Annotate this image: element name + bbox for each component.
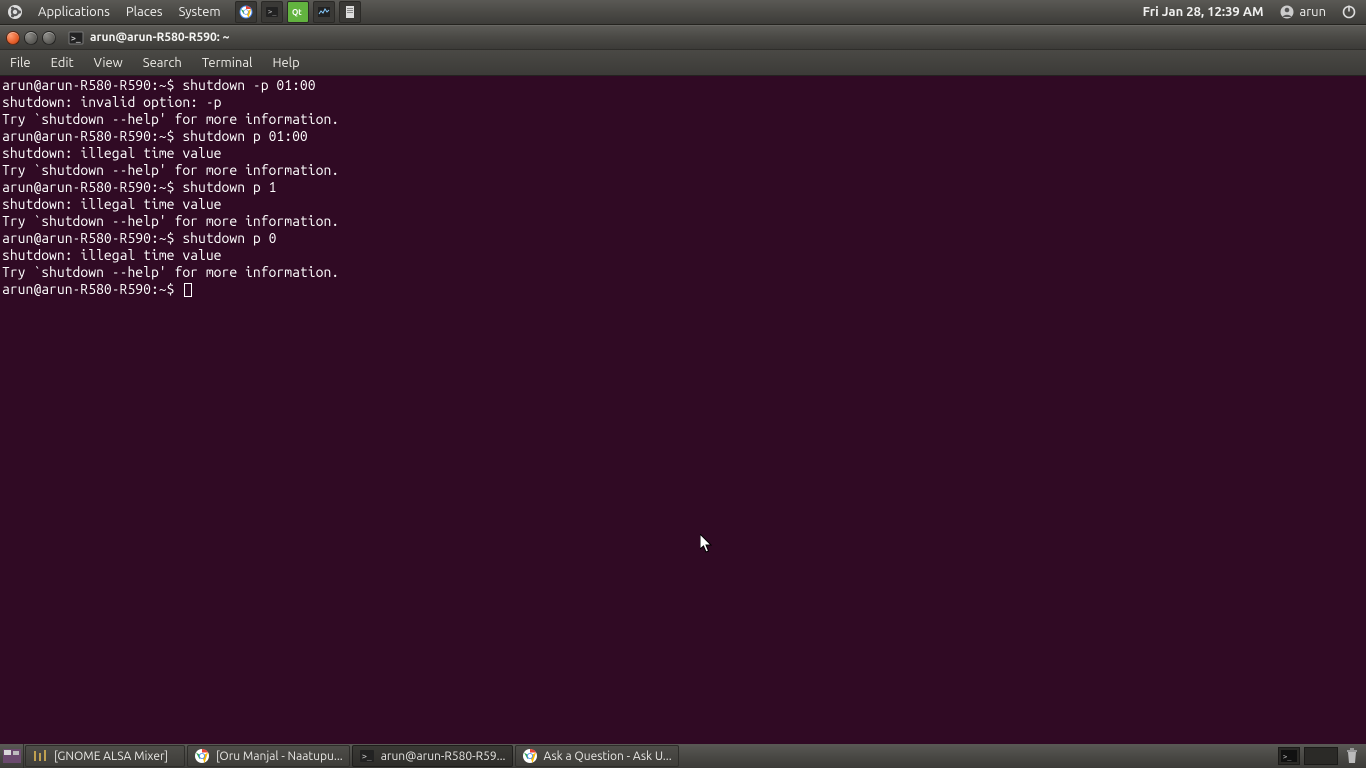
menu-applications[interactable]: Applications [30, 0, 118, 24]
task-1[interactable]: [Oru Manjal - Naatupu... [187, 745, 350, 767]
doc-icon[interactable] [339, 1, 361, 23]
terminal-app-icon: >_ [68, 30, 84, 46]
maximize-icon[interactable] [42, 31, 56, 45]
menu-search[interactable]: Search [133, 50, 192, 75]
window-titlebar[interactable]: >_ arun@arun-R580-R590: ~ [0, 26, 1366, 50]
mixer-icon [32, 748, 48, 764]
chrome-icon[interactable] [235, 1, 257, 23]
task-2[interactable]: >_ arun@arun-R580-R59... [352, 745, 513, 767]
top-panel: Applications Places System >_ Qt Fri Jan… [0, 0, 1366, 24]
launcher-tray: >_ Qt [235, 1, 361, 23]
minimize-icon[interactable] [24, 31, 38, 45]
terminal-icon: >_ [359, 748, 375, 764]
svg-text:>_: >_ [71, 34, 81, 43]
clock[interactable]: Fri Jan 28, 12:39 AM [1133, 5, 1274, 19]
terminal-menubar: File Edit View Search Terminal Help [0, 50, 1366, 76]
ubuntu-logo-icon[interactable] [4, 1, 26, 23]
task-label: Ask a Question - Ask U... [544, 750, 672, 763]
task-0[interactable]: [GNOME ALSA Mixer] [25, 745, 185, 767]
menu-system[interactable]: System [171, 0, 229, 24]
svg-text:>_: >_ [1283, 753, 1292, 761]
menu-edit[interactable]: Edit [41, 50, 84, 75]
menu-view[interactable]: View [84, 50, 133, 75]
taskbar-tray: >_ [1278, 746, 1366, 766]
workspace-switcher[interactable] [1304, 747, 1338, 765]
menu-places[interactable]: Places [118, 0, 171, 24]
menu-terminal[interactable]: Terminal [192, 50, 263, 75]
show-desktop-icon[interactable] [0, 744, 24, 768]
tray-terminal-icon[interactable]: >_ [1278, 747, 1300, 765]
menu-help[interactable]: Help [262, 50, 309, 75]
terminal-window: >_ arun@arun-R580-R590: ~ File Edit View… [0, 25, 1366, 744]
task-label: [Oru Manjal - Naatupu... [216, 750, 343, 763]
terminal-body[interactable]: arun@arun-R580-R590:~$ shutdown -p 01:00… [0, 76, 1366, 744]
svg-text:Qt: Qt [292, 8, 302, 17]
chrome-icon [522, 748, 538, 764]
username-label: arun [1300, 5, 1326, 19]
taskbar-tasks: [GNOME ALSA Mixer] [Oru Manjal - Naatupu.… [24, 745, 680, 767]
power-icon[interactable] [1338, 1, 1360, 23]
task-3[interactable]: Ask a Question - Ask U... [515, 745, 679, 767]
svg-text:>_: >_ [268, 8, 277, 16]
trash-icon[interactable] [1342, 746, 1362, 766]
user-menu[interactable]: arun [1274, 5, 1332, 19]
close-icon[interactable] [6, 31, 20, 45]
monitor-icon[interactable] [313, 1, 335, 23]
menu-file[interactable]: File [0, 50, 41, 75]
window-title: arun@arun-R580-R590: ~ [90, 31, 229, 44]
bottom-panel: [GNOME ALSA Mixer] [Oru Manjal - Naatupu.… [0, 744, 1366, 768]
task-label: arun@arun-R580-R59... [381, 750, 506, 763]
terminal-icon[interactable]: >_ [261, 1, 283, 23]
svg-text:>_: >_ [362, 752, 372, 761]
user-icon [1280, 5, 1294, 19]
chrome-icon [194, 748, 210, 764]
task-label: [GNOME ALSA Mixer] [54, 750, 168, 763]
qt-icon[interactable]: Qt [287, 1, 309, 23]
